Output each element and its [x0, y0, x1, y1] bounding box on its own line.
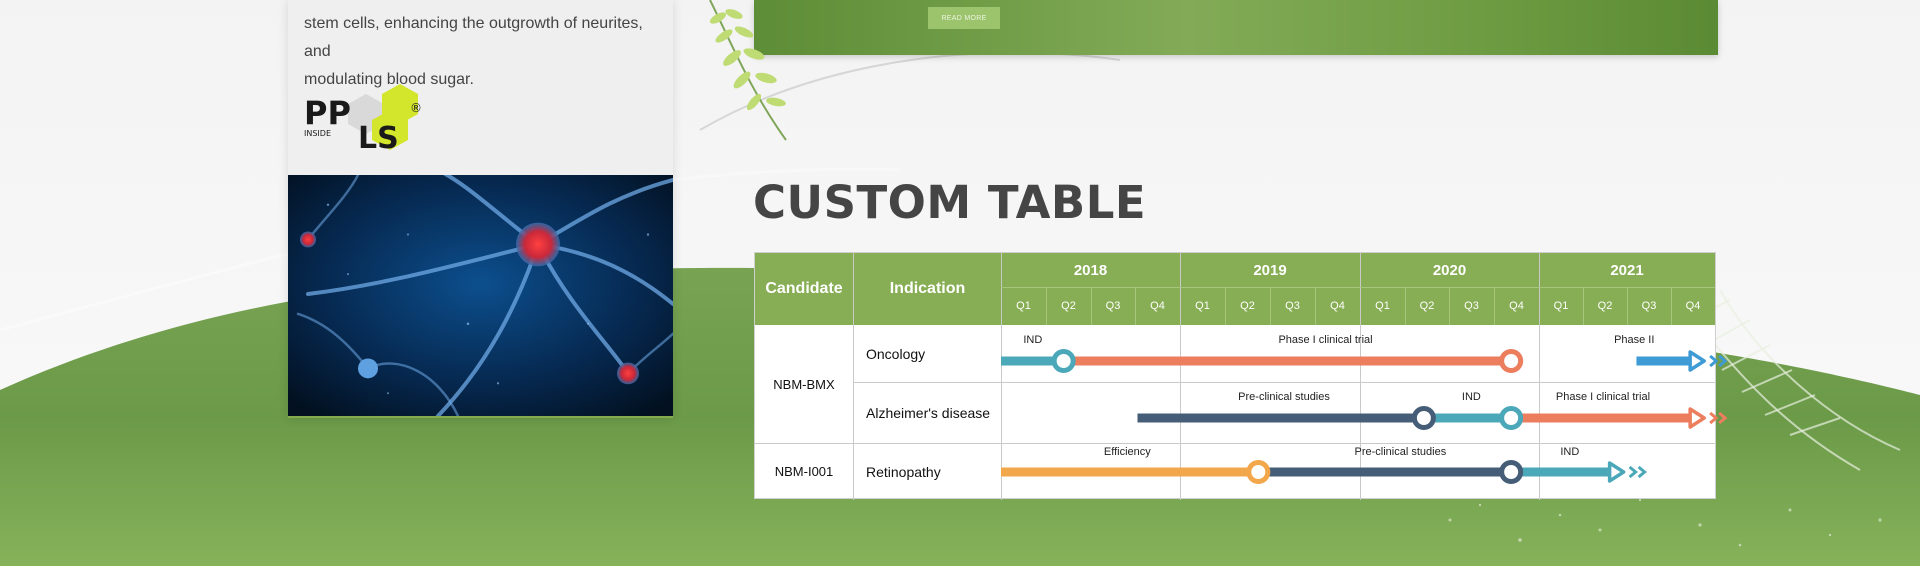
phase-label: Pre-clinical studies	[1354, 446, 1447, 458]
neuron-cell-body	[300, 231, 316, 248]
top-banner: READ MORE	[754, 0, 1718, 55]
custom-table: Candidate Indication 2018 2019 2020 2021…	[754, 252, 1728, 500]
phase-label: Phase II	[1614, 334, 1655, 346]
timeline-chart	[1001, 349, 1728, 484]
chevron-icon	[1709, 354, 1719, 368]
milestone-marker	[1411, 406, 1436, 430]
arrow-head	[1688, 350, 1706, 372]
neuron-cell-body	[516, 222, 560, 267]
phase-label: IND	[1560, 446, 1580, 458]
read-more-button[interactable]: READ MORE	[928, 7, 1000, 29]
milestone-marker	[1499, 406, 1524, 430]
logo-letters-top: PP	[304, 94, 351, 132]
ppls-logo: PP LS ® INSIDE	[304, 84, 422, 156]
milestone-marker	[1499, 460, 1524, 484]
neuron-cells-image	[288, 175, 673, 418]
section-title: CUSTOM TABLE	[753, 176, 1147, 229]
milestone-marker	[1051, 349, 1076, 373]
phase-label: Efficiency	[1103, 446, 1151, 458]
logo-registered-mark: ®	[410, 101, 422, 115]
arrow-head	[1688, 407, 1706, 429]
milestone-marker	[1499, 349, 1524, 373]
neuron-cell-body	[358, 358, 378, 379]
card-description-line: stem cells, enhancing the outgrowth of n…	[304, 15, 643, 60]
phase-label: IND	[1023, 334, 1043, 346]
logo-letters-bottom: LS	[358, 121, 399, 156]
phase-label: Phase I clinical trial	[1278, 334, 1373, 346]
plant-sprig-icon	[709, 0, 787, 141]
phase-label: Pre-clinical studies	[1238, 391, 1330, 403]
chevron-icon	[1637, 465, 1647, 479]
phase-label: IND	[1461, 391, 1481, 403]
chevron-icon	[1709, 411, 1719, 425]
neuron-cell-body	[617, 362, 639, 385]
phase-label: Phase I clinical trial	[1555, 391, 1651, 403]
logo-inside-tag: INSIDE	[304, 129, 331, 138]
chevron-icon	[1628, 465, 1638, 479]
arrow-head	[1607, 461, 1626, 483]
milestone-marker	[1246, 460, 1271, 484]
product-card: stem cells, enhancing the outgrowth of n…	[288, 0, 673, 418]
